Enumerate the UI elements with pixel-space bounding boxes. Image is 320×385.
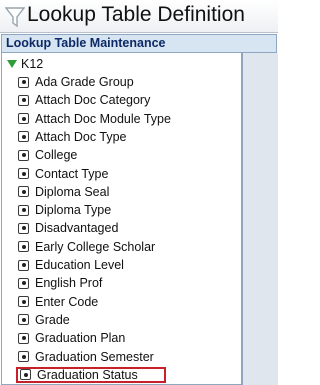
table-node-icon xyxy=(18,186,29,198)
tree-item[interactable]: Contact Type xyxy=(18,166,108,182)
tree-item-label: Diploma Type xyxy=(35,203,112,218)
tree-item[interactable]: Disadvantaged xyxy=(18,220,118,236)
table-node-icon xyxy=(18,94,29,106)
table-node-icon xyxy=(18,259,29,271)
table-node-icon xyxy=(18,204,29,216)
expanded-triangle-icon[interactable] xyxy=(7,60,17,68)
detail-pane xyxy=(242,53,278,385)
tree-item-label: Education Level xyxy=(35,258,124,272)
tree-item-label: Attach Doc Type xyxy=(35,129,127,144)
tree-item-label: Disadvantaged xyxy=(35,221,119,236)
tree-item-label: Graduation Status xyxy=(37,367,138,382)
panel-header: Lookup Table Maintenance xyxy=(1,34,277,53)
table-node-icon xyxy=(18,314,29,326)
tree-item-label: Graduation Plan xyxy=(35,331,126,346)
table-node-icon xyxy=(20,369,31,381)
lookup-tree[interactable]: K12 Ada Grade Group Attach Doc Category At… xyxy=(1,53,242,385)
tree-item[interactable]: Attach Doc Category xyxy=(18,92,150,108)
tree-root-label: K12 xyxy=(21,57,44,71)
tree-item[interactable]: Diploma Seal xyxy=(18,184,109,200)
tree-item-label: Enter Code xyxy=(35,294,99,309)
panel-header-label: Lookup Table Maintenance xyxy=(6,36,166,50)
tree-item-label: Graduation Semester xyxy=(35,349,154,364)
table-node-icon xyxy=(18,76,29,88)
table-node-icon xyxy=(18,222,29,234)
table-node-icon xyxy=(18,149,29,161)
tree-item[interactable]: Education Level xyxy=(18,257,124,273)
tree-item-label: Grade xyxy=(35,312,70,327)
tree-item-label: Early College Scholar xyxy=(35,239,156,254)
tree-item-label: Diploma Seal xyxy=(35,184,110,199)
tree-item[interactable]: Attach Doc Module Type xyxy=(18,111,171,127)
tree-item[interactable]: Graduation Semester xyxy=(18,349,154,365)
tree-item-label: Contact Type xyxy=(35,166,109,181)
tree-item[interactable]: English Prof xyxy=(18,275,102,291)
tree-item[interactable]: College xyxy=(18,147,77,163)
tree-item[interactable]: Diploma Type xyxy=(18,202,111,218)
table-node-icon xyxy=(18,296,29,308)
tree-item-label: Attach Doc Module Type xyxy=(35,111,171,126)
tree-item-label: English Prof xyxy=(35,276,103,291)
table-node-icon xyxy=(18,131,29,143)
page-title: Lookup Table Definition xyxy=(27,3,245,26)
tree-item[interactable]: Early College Scholar xyxy=(18,239,155,255)
table-node-icon xyxy=(18,277,29,289)
tree-item[interactable]: Grade xyxy=(18,312,70,328)
tree-item[interactable]: Enter Code xyxy=(18,294,98,310)
funnel-icon xyxy=(5,7,25,28)
table-node-icon xyxy=(18,113,29,125)
tree-item[interactable]: Graduation Plan xyxy=(18,330,125,346)
tree-item[interactable]: Attach Doc Type xyxy=(18,129,127,145)
tree-item[interactable]: Graduation Status xyxy=(16,366,166,383)
table-node-icon xyxy=(18,351,29,362)
tree-item-label: Ada Grade Group xyxy=(35,75,134,89)
tree-root-k12[interactable]: K12 xyxy=(7,57,43,71)
title-bar: Lookup Table Definition xyxy=(0,0,278,33)
tree-item-label: College xyxy=(35,148,78,163)
tree-item-label: Attach Doc Category xyxy=(35,93,151,108)
table-node-icon xyxy=(18,241,29,253)
table-node-icon xyxy=(18,332,29,344)
tree-item[interactable]: Ada Grade Group xyxy=(18,74,134,90)
table-node-icon xyxy=(18,168,29,179)
